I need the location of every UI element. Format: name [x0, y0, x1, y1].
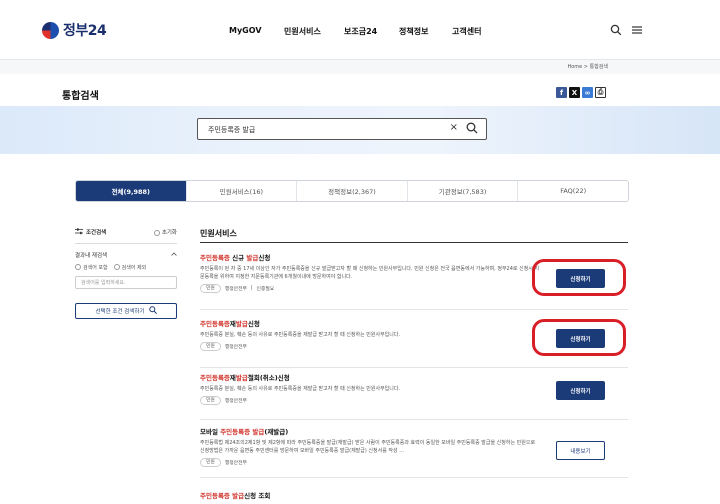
search-icon[interactable] — [610, 24, 622, 39]
radio-exclude-button[interactable] — [113, 264, 120, 270]
tab-agency[interactable]: 기관정보(7,583) — [408, 181, 519, 201]
filter-reset[interactable]: 초기화 — [153, 228, 177, 236]
search-box: × — [197, 118, 487, 140]
section-title: 민원서비스 — [200, 229, 237, 238]
result-description: 주민등록증 분실, 훼손 등의 사유로 주민등록증을 재발급 받고자 할 때 신… — [200, 386, 401, 392]
title-highlight: 주민등록증 — [220, 428, 251, 436]
nav-item-mygov[interactable]: MyGOV — [229, 26, 262, 35]
result-item: 주민등록증 발급신청 조회 — [200, 490, 628, 504]
print-icon[interactable]: ⎙ — [595, 87, 606, 98]
view-details-button[interactable]: 내용보기 — [556, 441, 605, 460]
tag-type: 민원 — [200, 342, 221, 351]
result-description: 주민등록이 된 자 중 17세 이상인 자가 주민등록증을 신규 발급받고자 할… — [200, 266, 540, 280]
result-tabs: 전체(9,988) 민원서비스(16) 정책정보(2,367) 기관정보(7,5… — [75, 180, 629, 202]
radio-include-label: 검색어 포함 — [83, 264, 108, 271]
title-highlight: 주민등록증 — [200, 254, 230, 262]
title-post: 신청 — [258, 254, 271, 262]
section-divider — [200, 242, 628, 243]
apply-button[interactable]: 신청하기 — [556, 381, 605, 400]
tag-agency: 행정안전부 — [224, 399, 247, 404]
breadcrumb-home[interactable]: Home — [567, 64, 582, 70]
title-post: 신청 — [247, 320, 260, 328]
title-pre: 모바일 — [200, 428, 221, 436]
filter-reset-label: 초기화 — [161, 230, 177, 236]
result-title[interactable]: 모바일 주민등록증 발급(재발급) — [200, 426, 628, 436]
result-item: 모바일 주민등록증 발급(재발급) 주민등록법 제24조의2제1항 및 제2항에… — [200, 426, 628, 478]
nav-item-policy[interactable]: 정책정보 — [399, 26, 428, 37]
title-highlight-2: 발급 — [235, 320, 248, 328]
tag-agency: 행정안전부 — [224, 287, 247, 292]
divider — [75, 243, 177, 244]
title-highlight-2: 발급 — [235, 374, 248, 382]
title-post: 철회(취소)신청 — [247, 374, 290, 382]
result-description: 주민등록법 제24조의2제1항 및 제2항에 따라 주민등록증을 발급(재발급)… — [200, 440, 536, 454]
page-title: 통합검색 — [62, 91, 99, 102]
x-icon[interactable]: X — [569, 87, 580, 98]
title-highlight-2: 발급 — [252, 428, 265, 436]
nav-item-subsidy[interactable]: 보조금24 — [344, 26, 377, 37]
menu-icon[interactable] — [631, 24, 643, 39]
tag-type: 민원 — [200, 284, 221, 293]
apply-filter-label: 선택한 조건 검색하기 — [95, 309, 145, 315]
tag-auth: 인증필요 — [256, 287, 275, 292]
tag-type: 민원 — [200, 396, 221, 405]
radio-exclude[interactable]: 검색어 제외 — [113, 264, 147, 271]
tab-faq[interactable]: FAQ(22) — [518, 181, 628, 201]
radio-include-button[interactable] — [75, 264, 81, 270]
tag-type: 민원 — [200, 458, 221, 467]
site-logo[interactable]: 정부24 — [42, 20, 107, 40]
title-highlight: 주민등록증 — [200, 320, 230, 328]
site-header: 정부24 MyGOV 민원서비스 보조금24 정책정보 고객센터 — [0, 0, 720, 60]
title-post: 신청 조회 — [244, 492, 271, 500]
filter-title: 조건검색 — [75, 227, 107, 237]
sliders-icon — [75, 227, 83, 237]
logo-emblem-icon — [42, 21, 59, 39]
research-title: 결과내 재검색 — [75, 253, 108, 259]
filter-panel: 조건검색 초기화 결과내 재검색 검색어 포함 검색어 제외 검색어를 입력하세… — [75, 226, 177, 319]
breadcrumb: Home > 통합검색 — [567, 63, 608, 70]
facebook-icon[interactable]: f — [556, 87, 567, 98]
tag-agency: 행정안전부 — [224, 345, 247, 350]
nav-item-customer-center[interactable]: 고객센터 — [452, 26, 481, 37]
tab-civil-service[interactable]: 민원서비스(16) — [187, 181, 298, 201]
radio-include[interactable]: 검색어 포함 — [75, 264, 108, 271]
location-bar: Home > 통합검색 — [0, 60, 720, 74]
tag-agency: 행정안전부 — [224, 461, 247, 466]
result-title[interactable]: 주민등록증 발급신청 조회 — [200, 490, 628, 500]
title-highlight: 주민등록증 발급 — [200, 492, 245, 500]
result-description: 주민등록증 분실, 훼손 등의 사유로 주민등록증을 재발급 받고자 할 때 신… — [200, 332, 401, 338]
filter-header: 조건검색 초기화 — [75, 226, 177, 238]
search-icon — [148, 306, 157, 316]
title-post: (재발급) — [264, 428, 289, 436]
logo-text: 정부24 — [63, 23, 107, 39]
search-input[interactable] — [208, 123, 438, 136]
annotation-circle — [532, 319, 626, 356]
tag-separator: | — [250, 286, 253, 291]
title-mid: 신규 — [229, 254, 247, 262]
annotation-circle — [532, 259, 626, 296]
nav-item-civil-service[interactable]: 민원서비스 — [284, 26, 321, 37]
tab-policy[interactable]: 정책정보(2,367) — [297, 181, 408, 201]
apply-filter-button[interactable]: 선택한 조건 검색하기 — [75, 303, 177, 319]
breadcrumb-separator: > — [583, 64, 588, 70]
chevron-up-icon[interactable] — [171, 252, 177, 258]
title-highlight: 주민등록증 — [200, 374, 230, 382]
search-submit-icon[interactable] — [466, 121, 478, 138]
tab-all[interactable]: 전체(9,988) — [76, 181, 187, 201]
research-header[interactable]: 결과내 재검색 — [75, 249, 177, 261]
research-radio-group: 검색어 포함 검색어 제외 — [75, 261, 177, 273]
clear-icon[interactable]: × — [450, 122, 458, 133]
filter-title-label: 조건검색 — [86, 230, 107, 236]
breadcrumb-current: 통합검색 — [589, 64, 608, 70]
share-toolbar: f X ∞ ⎙ — [556, 87, 606, 98]
reset-icon — [153, 229, 160, 236]
radio-exclude-label: 검색어 제외 — [121, 264, 147, 271]
link-icon[interactable]: ∞ — [582, 87, 593, 98]
result-item: 주민등록증재발급철회(취소)신청 주민등록증 분실, 훼손 등의 사유로 주민등… — [200, 372, 628, 420]
keyword-input[interactable]: 검색어를 입력하세요. — [75, 276, 177, 289]
title-highlight-2: 발급 — [246, 254, 259, 262]
